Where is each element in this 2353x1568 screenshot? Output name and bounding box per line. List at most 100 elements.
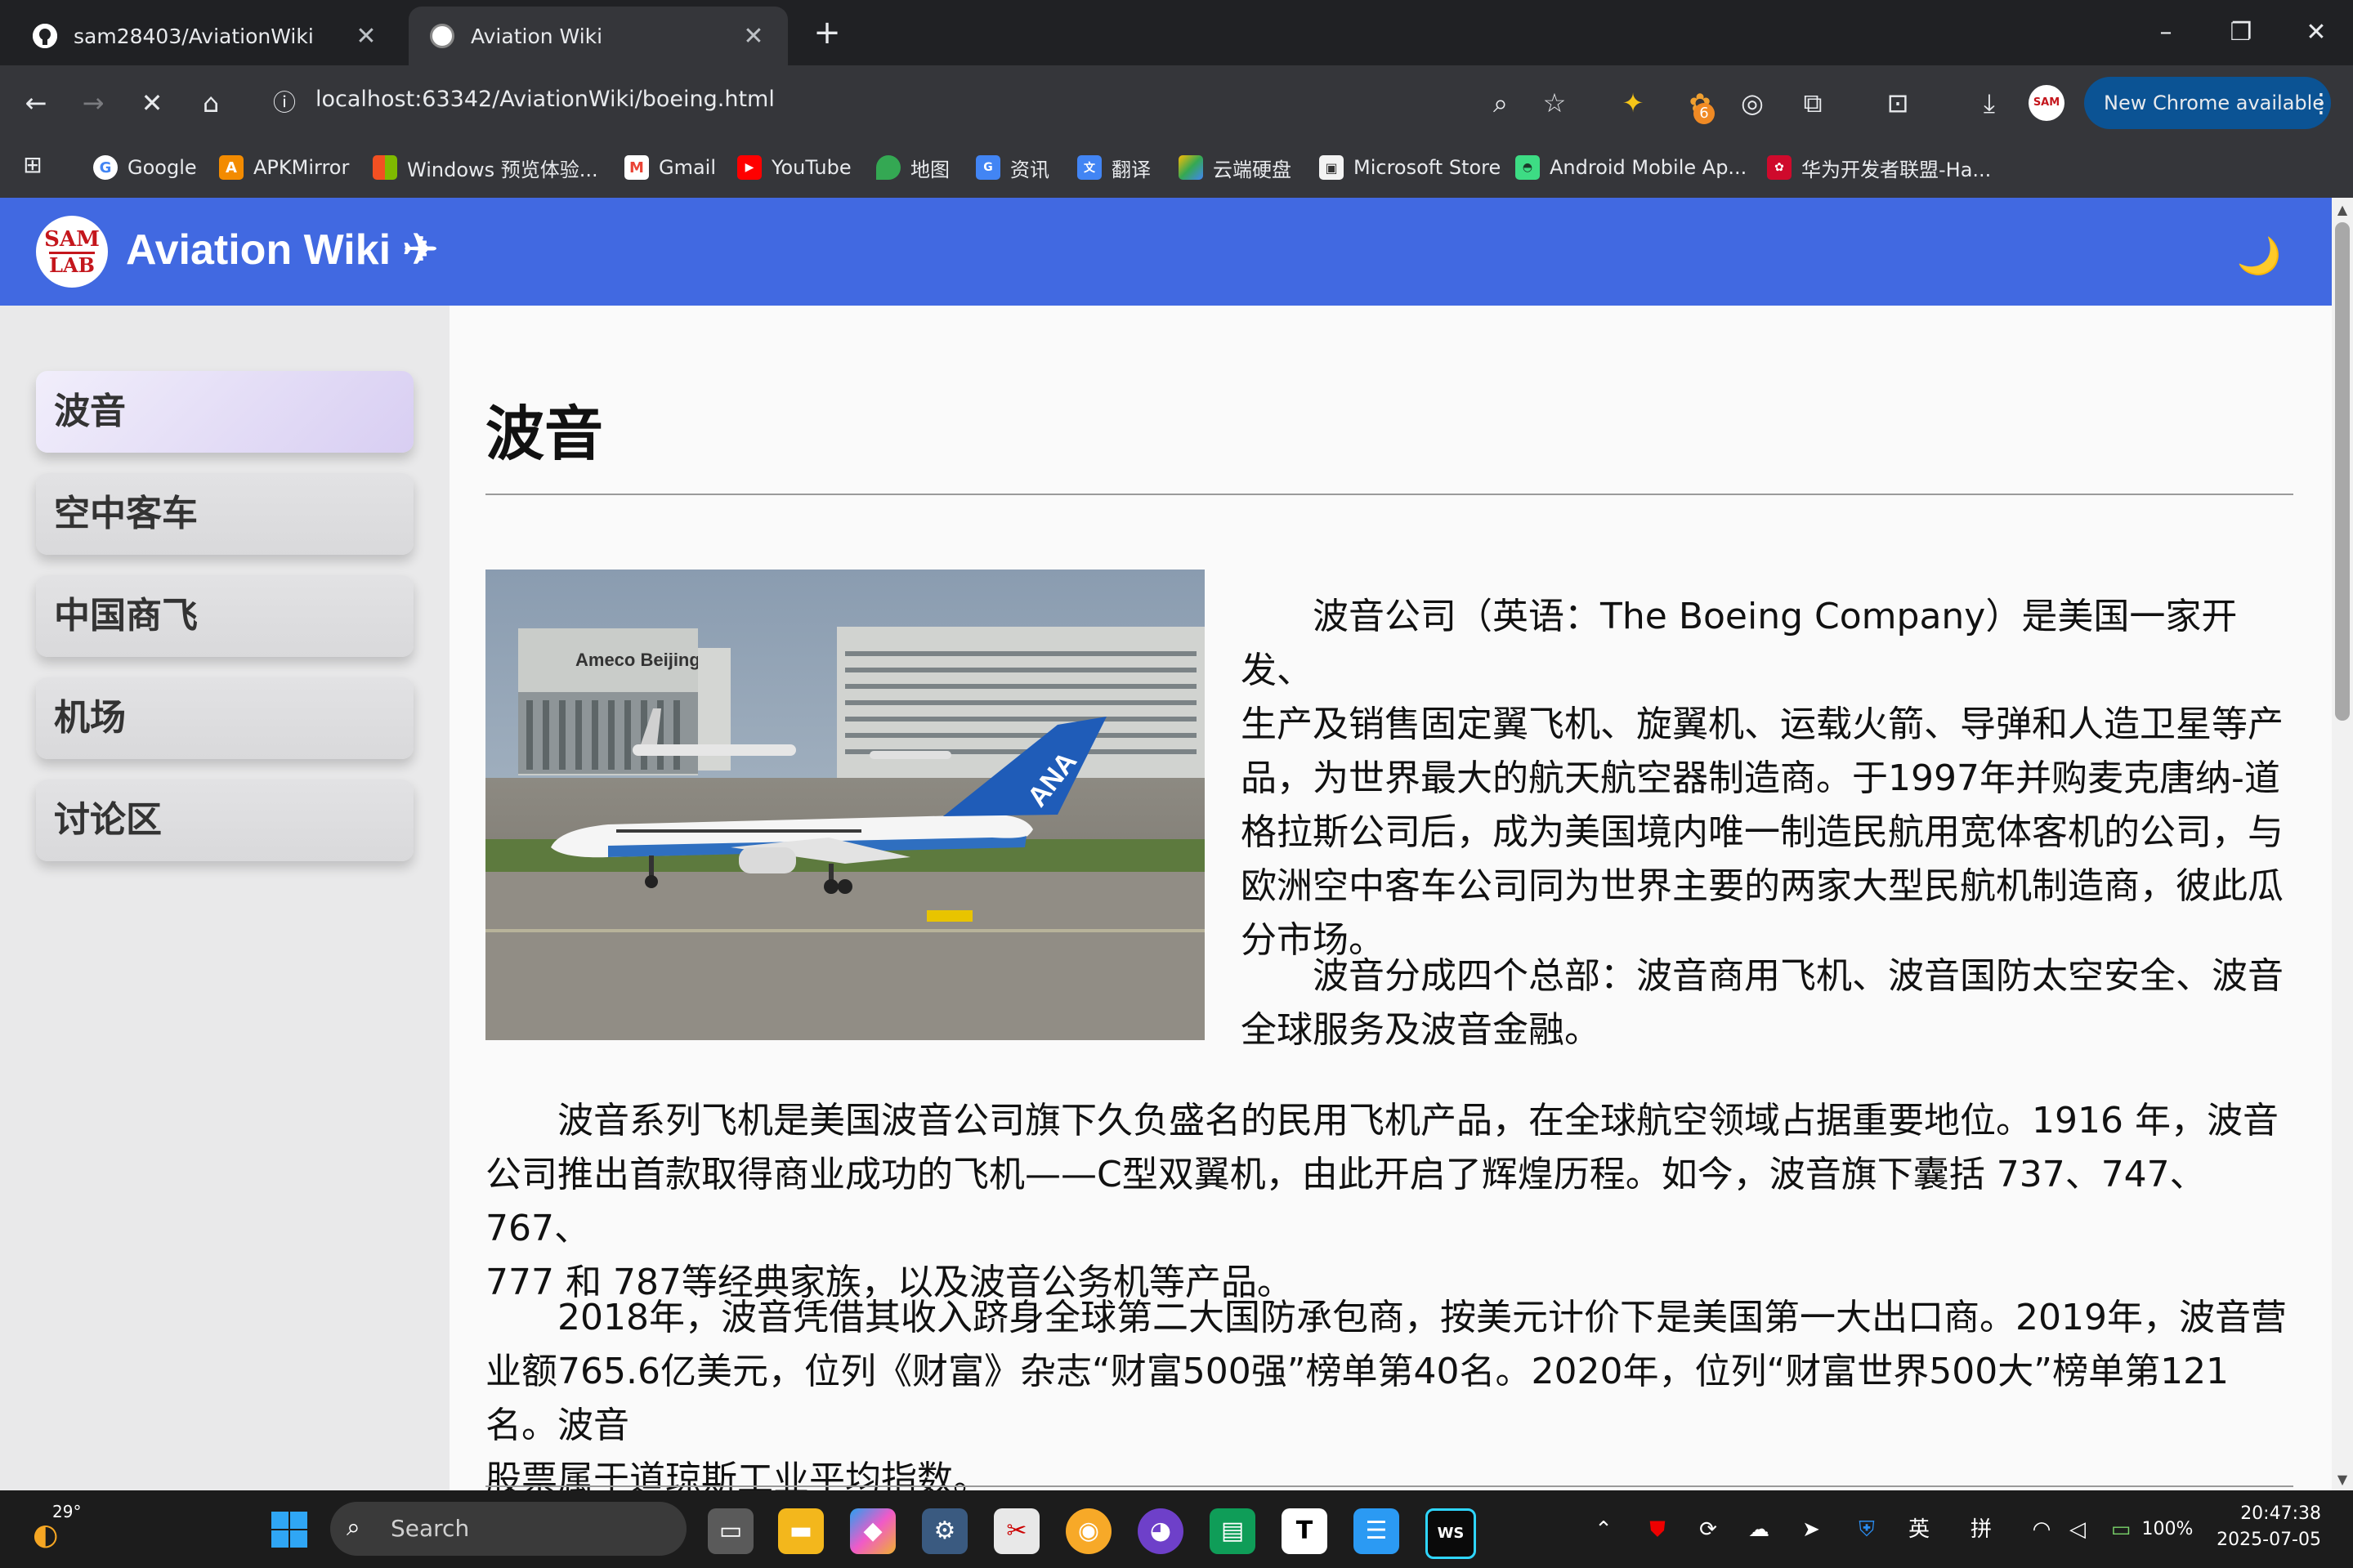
- bookmark-translate[interactable]: 文翻译: [1077, 147, 1151, 188]
- apkmirror-icon: A: [219, 155, 244, 180]
- sidebar-item-airbus[interactable]: 空中客车: [36, 473, 414, 555]
- notepad-icon[interactable]: ☰: [1353, 1508, 1399, 1554]
- chrome-canary-icon[interactable]: ◉: [1066, 1508, 1112, 1554]
- profile-avatar[interactable]: SAM: [2029, 85, 2064, 121]
- forward-icon[interactable]: →: [72, 82, 114, 124]
- sidebar-item-comac[interactable]: 中国商飞: [36, 575, 414, 657]
- tab-close-icon[interactable]: ✕: [353, 22, 379, 51]
- bookmark-gmail[interactable]: M Gmail: [624, 147, 716, 188]
- ime-mode-indicator[interactable]: 拼: [1966, 1513, 1996, 1546]
- bookmark-android[interactable]: ◓ Android Mobile Ap...: [1515, 147, 1747, 188]
- site-title[interactable]: Aviation Wiki ✈: [126, 226, 438, 275]
- copilot-icon[interactable]: ◆: [850, 1508, 896, 1554]
- scroll-down-arrow-icon[interactable]: ▼: [2332, 1469, 2353, 1490]
- file-explorer-icon[interactable]: ▬: [778, 1508, 824, 1554]
- page-title: 波音: [485, 400, 604, 468]
- bookmark-label: Google: [127, 156, 197, 179]
- telegram-tray-icon[interactable]: ➤: [1796, 1513, 1826, 1546]
- tab-close-icon[interactable]: ✕: [740, 22, 767, 51]
- sidebar-item-forum[interactable]: 讨论区: [36, 780, 414, 861]
- bookmark-google[interactable]: G Google: [93, 147, 197, 188]
- extensions-puzzle-icon[interactable]: ⧉: [1792, 82, 1834, 124]
- bookmark-label: YouTube: [772, 156, 852, 179]
- weather-icon[interactable]: ◐: [33, 1518, 72, 1552]
- bookmark-label: Microsoft Store: [1353, 156, 1501, 179]
- github-icon: [33, 24, 57, 48]
- bookmark-star-icon[interactable]: ☆: [1533, 82, 1576, 124]
- youtube-icon: ▶: [737, 155, 762, 180]
- google-icon: G: [93, 155, 118, 180]
- sam-lab-logo[interactable]: SAM LAB: [36, 216, 108, 288]
- battery-percent: 100%: [2141, 1519, 2194, 1539]
- terminal-chat-icon[interactable]: ▤: [1210, 1508, 1255, 1554]
- reader-extension-icon[interactable]: ◎: [1731, 82, 1774, 124]
- revenue-paragraph: 2018年，波音凭借其收入跻身全球第二大国防承包商，按美元计价下是美国第一大出口…: [485, 1291, 2293, 1507]
- scrollbar-thumb[interactable]: [2335, 222, 2350, 721]
- gmail-icon: M: [624, 155, 649, 180]
- extension-badge: 6: [1693, 103, 1715, 124]
- tray-overflow-chevron-icon[interactable]: ⌃: [1589, 1513, 1618, 1546]
- volume-icon[interactable]: ◁: [2063, 1513, 2092, 1546]
- home-icon[interactable]: ⌂: [190, 82, 232, 124]
- new-chrome-available-button[interactable]: New Chrome available: [2084, 77, 2331, 129]
- bookmark-huawei[interactable]: ✿ 华为开发者联盟-Ha...: [1767, 147, 1991, 188]
- maps-icon: [876, 155, 901, 180]
- bookmark-youtube[interactable]: ▶ YouTube: [737, 147, 852, 188]
- site-info-icon[interactable]: ⓘ: [263, 82, 306, 124]
- bookmark-maps[interactable]: 地图: [876, 147, 950, 188]
- bookmark-news[interactable]: G 资讯: [976, 147, 1049, 188]
- battery-icon[interactable]: ▭: [2104, 1513, 2138, 1546]
- webstorm-icon[interactable]: WS: [1425, 1508, 1476, 1559]
- ime-language-indicator[interactable]: 英: [1904, 1513, 1934, 1546]
- back-icon[interactable]: ←: [15, 82, 57, 124]
- security-shield-icon[interactable]: ⛨: [1852, 1513, 1881, 1546]
- bookmark-windows-insider[interactable]: Windows 预览体验...: [373, 147, 598, 188]
- new-tab-button[interactable]: +: [804, 10, 850, 56]
- apps-grid-icon[interactable]: ⊞: [11, 144, 54, 186]
- minimize-button[interactable]: –: [2128, 0, 2203, 65]
- intro-paragraph: 波音公司（英语：The Boeing Company）是美国一家开发、 生产及销…: [1241, 590, 2293, 967]
- close-window-button[interactable]: ✕: [2279, 0, 2353, 65]
- bookmarks-bar: [0, 141, 2353, 199]
- sync-tray-icon[interactable]: ⟳: [1693, 1513, 1723, 1546]
- settings-gear-icon[interactable]: ⚙: [922, 1508, 968, 1554]
- stop-loading-icon[interactable]: ✕: [131, 82, 173, 124]
- paragraph-line: 格拉斯公司后，成为美国境内唯一制造民航用宽体客机的公司，与: [1241, 811, 2284, 853]
- taskbar-search-input[interactable]: Search: [330, 1502, 687, 1556]
- clock-time[interactable]: 20:47:38: [2190, 1503, 2321, 1524]
- news-icon: G: [976, 155, 1000, 180]
- extension-icon[interactable]: ✦: [1612, 82, 1654, 124]
- snipping-tool-icon[interactable]: ✂: [994, 1508, 1040, 1554]
- wifi-icon[interactable]: ◠: [2027, 1513, 2056, 1546]
- site-favicon-icon: [430, 24, 454, 48]
- tab-search-icon[interactable]: ⊡: [1877, 82, 1919, 124]
- bookmark-label: APKMirror: [253, 156, 350, 179]
- task-view-icon[interactable]: ▭: [708, 1508, 754, 1554]
- sidebar-item-boeing[interactable]: 波音: [36, 371, 414, 453]
- maximize-button[interactable]: ❐: [2203, 0, 2279, 65]
- bookmark-label: 翻译: [1112, 158, 1151, 181]
- more-menu-icon[interactable]: ⋮: [2300, 82, 2342, 124]
- bookmark-apkmirror[interactable]: A APKMirror: [219, 147, 349, 188]
- scroll-up-arrow-icon[interactable]: ▲: [2332, 199, 2353, 221]
- bookmark-microsoft-store[interactable]: ▣ Microsoft Store: [1319, 147, 1501, 188]
- clock-date[interactable]: 2025-07-05: [2190, 1530, 2321, 1550]
- logo-line-2: LAB: [49, 253, 95, 277]
- zoom-icon[interactable]: ⌕: [1479, 82, 1522, 124]
- bookmark-label: Android Mobile Ap...: [1550, 156, 1747, 179]
- github-desktop-icon[interactable]: ◕: [1138, 1508, 1183, 1554]
- onedrive-cloud-icon[interactable]: ☁: [1744, 1513, 1774, 1546]
- bookmark-drive[interactable]: 云端硬盘: [1179, 147, 1291, 188]
- windows-start-icon[interactable]: [270, 1510, 309, 1549]
- typora-icon[interactable]: T: [1282, 1508, 1327, 1554]
- drive-icon: [1179, 155, 1203, 180]
- antivirus-tray-icon[interactable]: ⛊: [1643, 1513, 1672, 1546]
- downloads-icon[interactable]: ⤓: [1968, 82, 2011, 124]
- sidebar-item-airports[interactable]: 机场: [36, 677, 414, 759]
- tab-aviation-wiki[interactable]: Aviation Wiki ✕: [409, 7, 788, 65]
- boeing-787-image: Ameco Beijing ANA: [485, 570, 1205, 1040]
- paragraph-line: 波音系列飞机是美国波音公司旗下久负盛名的民用飞机产品，在全球航空领域占据重要地位…: [557, 1100, 2279, 1141]
- tab-github[interactable]: sam28403/AviationWiki ✕: [11, 7, 400, 65]
- url-text[interactable]: localhost:63342/AviationWiki/boeing.html: [315, 87, 775, 112]
- theme-toggle-moon-icon[interactable]: 🌙: [2234, 232, 2284, 281]
